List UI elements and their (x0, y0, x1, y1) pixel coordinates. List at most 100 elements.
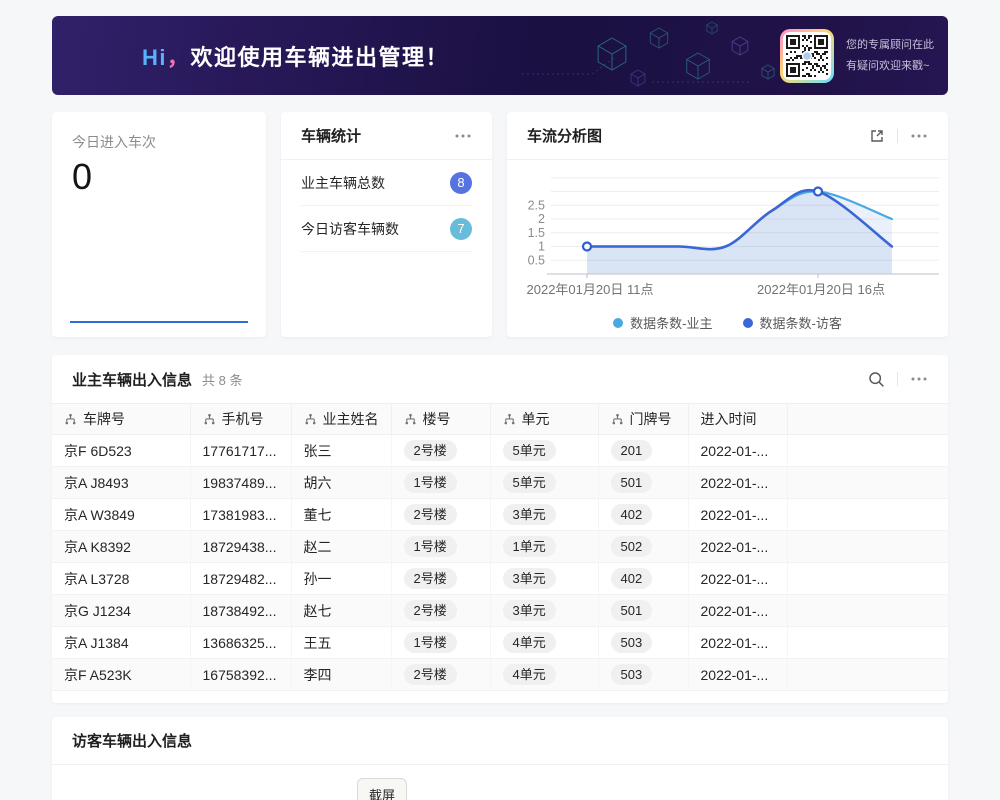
table-cell: 501 (598, 467, 688, 499)
y-tick-label: 2.5 (528, 198, 545, 212)
divider (897, 129, 898, 143)
legend-dot (743, 318, 753, 328)
tag-pill: 4单元 (503, 632, 556, 653)
table-cell: 13686325... (190, 627, 291, 659)
column-label: 手机号 (222, 411, 264, 427)
more-icon[interactable] (910, 376, 928, 382)
vehicle-stats-card: 车辆统计 业主车辆总数 8 今日访客车辆数 7 (281, 112, 492, 337)
table-cell (787, 595, 948, 627)
table-cell: 3单元 (490, 563, 598, 595)
table-cell: 京A W3849 (52, 499, 190, 531)
table-cell: 2号楼 (391, 595, 490, 627)
column-label: 车牌号 (83, 411, 125, 427)
table-cell: 3单元 (490, 499, 598, 531)
tag-pill: 501 (611, 472, 653, 493)
table-row[interactable]: 京A K839218729438...赵二1号楼1单元5022022-01-..… (52, 531, 948, 563)
cube-outline (687, 53, 710, 79)
greeting-hi: Hi (142, 45, 167, 70)
column-label: 单元 (522, 411, 550, 427)
more-icon[interactable] (910, 133, 928, 139)
owner-vehicles-table: 车牌号手机号业主姓名楼号单元门牌号进入时间 京F 6D52317761717..… (52, 403, 948, 691)
table-cell: 18729438... (190, 531, 291, 563)
table-cell: 京A J1384 (52, 627, 190, 659)
table-row[interactable]: 京G J123418738492...赵七2号楼3单元5012022-01-..… (52, 595, 948, 627)
stat-label: 今日访客车辆数 (301, 219, 399, 239)
table-cell: 董七 (291, 499, 391, 531)
table-cell: 17381983... (190, 499, 291, 531)
stat-badge: 8 (450, 172, 472, 194)
vehicle-stats-list: 业主车辆总数 8 今日访客车辆数 7 (281, 160, 492, 252)
table-cell: 京A K8392 (52, 531, 190, 563)
tag-pill: 502 (611, 536, 653, 557)
table-row[interactable]: 京F A523K16758392...李四2号楼4单元5032022-01-..… (52, 659, 948, 691)
vehicle-stats-header: 车辆统计 (281, 112, 492, 160)
tag-pill: 1号楼 (404, 632, 457, 653)
legend-label: 数据条数-业主 (630, 313, 712, 332)
today-entries-title: 今日进入车次 (72, 132, 246, 152)
table-cell: 16758392... (190, 659, 291, 691)
table-cell: 2022-01-... (688, 467, 787, 499)
cube-outline (707, 22, 717, 34)
y-tick-label: 1 (538, 240, 545, 254)
visitor-vehicles-card: 访客车辆出入信息 截屏 (52, 717, 948, 800)
table-cell (787, 531, 948, 563)
table-row[interactable]: 京A J138413686325...王五1号楼4单元5032022-01-..… (52, 627, 948, 659)
tag-pill: 2号楼 (404, 440, 457, 461)
table-cell: 1号楼 (391, 531, 490, 563)
search-icon[interactable] (868, 371, 885, 388)
export-icon[interactable] (869, 128, 885, 144)
table-cell (787, 499, 948, 531)
tag-pill: 5单元 (503, 440, 556, 461)
table-cell: 18738492... (190, 595, 291, 627)
today-entries-value: 0 (72, 156, 246, 198)
tag-pill: 501 (611, 600, 653, 621)
data-point-marker (814, 188, 822, 196)
y-tick-label: 0.5 (528, 253, 545, 267)
x-tick-label: 2022年01月20日 16点 (757, 282, 885, 297)
table-cell: 赵二 (291, 531, 391, 563)
vehicle-stats-title: 车辆统计 (301, 125, 361, 146)
column-label: 进入时间 (701, 411, 757, 427)
table-cell: 京A L3728 (52, 563, 190, 595)
y-tick-label: 2 (538, 212, 545, 226)
table-cell: 2022-01-... (688, 659, 787, 691)
qr-caption-line1: 您的专属顾问在此 (846, 35, 934, 56)
traffic-line-chart: 0.511.522.52022年01月20日 11点2022年01月20日 16… (507, 164, 948, 312)
column-header-1: 手机号 (190, 404, 291, 435)
more-icon[interactable] (454, 133, 472, 139)
tag-pill: 2号楼 (404, 504, 457, 525)
qr-code-inner (783, 32, 831, 80)
table-cell: 2022-01-... (688, 435, 787, 467)
cube-outline (598, 38, 626, 70)
owner-table-title-group: 业主车辆出入信息 共 8 条 (72, 369, 242, 390)
qr-code (780, 29, 834, 83)
table-cell: 2022-01-... (688, 499, 787, 531)
column-label: 业主姓名 (323, 411, 379, 427)
stat-badge: 7 (450, 218, 472, 240)
table-cell: 赵七 (291, 595, 391, 627)
owner-table-header: 业主车辆出入信息 共 8 条 (52, 355, 948, 403)
qr-caption-line2: 有疑问欢迎来戳~ (846, 56, 934, 77)
tag-pill: 5单元 (503, 472, 556, 493)
table-row[interactable]: 京F 6D52317761717...张三2号楼5单元2012022-01-..… (52, 435, 948, 467)
table-cell: 402 (598, 499, 688, 531)
table-row[interactable]: 京A W384917381983...董七 2号楼 3单元4022022-01-..… (52, 499, 948, 531)
legend-item-1[interactable]: 数据条数-访客 (743, 313, 842, 332)
table-cell: 4单元 (490, 627, 598, 659)
table-cell: 京A J8493 (52, 467, 190, 499)
tag-pill: 1单元 (503, 536, 556, 557)
legend-item-0[interactable]: 数据条数-业主 (613, 313, 712, 332)
table-cell: 胡六 (291, 467, 391, 499)
table-cell: 王五 (291, 627, 391, 659)
table-cell (787, 659, 948, 691)
table-row[interactable]: 京A L372818729482...孙一2号楼3单元4022022-01-..… (52, 563, 948, 595)
cube-outline (650, 28, 667, 48)
screenshot-button[interactable]: 截屏 (357, 778, 407, 800)
cube-outline (732, 37, 748, 55)
table-cell: 2022-01-... (688, 563, 787, 595)
stat-label: 业主车辆总数 (301, 173, 385, 193)
column-header-2: 业主姓名 (291, 404, 391, 435)
table-cell: 2号楼 (391, 563, 490, 595)
table-row[interactable]: 京A J849319837489...胡六1号楼5单元5012022-01-..… (52, 467, 948, 499)
stat-item-0: 业主车辆总数 8 (301, 160, 472, 206)
